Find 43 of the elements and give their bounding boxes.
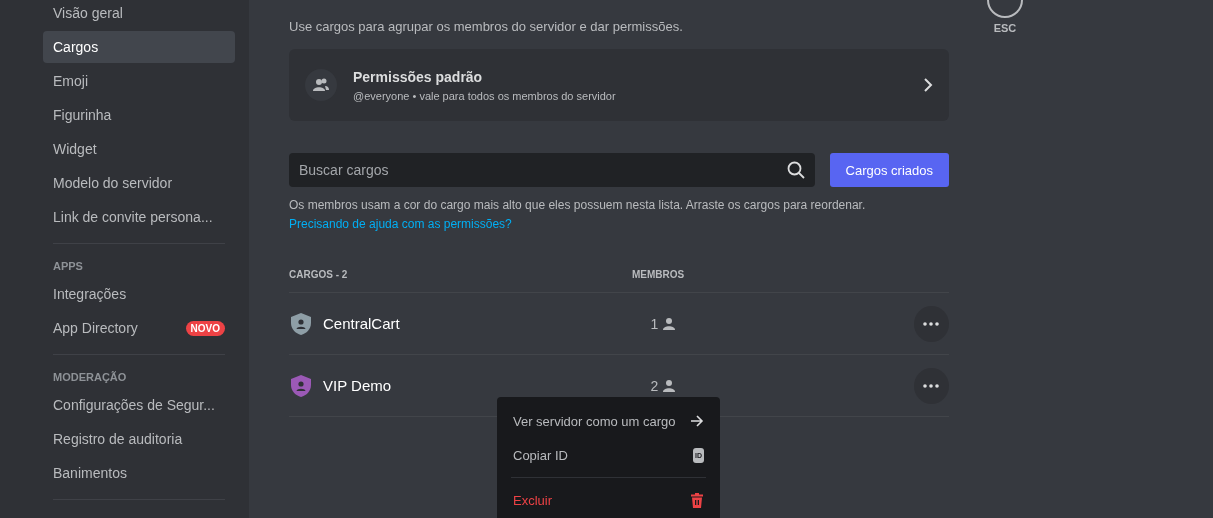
menu-item[interactable]: Ver servidor como um cargo <box>505 405 712 437</box>
more-icon <box>923 383 940 388</box>
sidebar-item[interactable]: Visão geral <box>43 0 235 29</box>
sidebar-item[interactable]: App Directory NOVO <box>43 312 235 344</box>
create-role-button[interactable]: Cargos criados <box>829 153 949 187</box>
help-text: Os membros usam a cor do cargo mais alto que eles possuem nesta lista. Arraste os cargos para reordenar. <box>289 197 867 214</box>
sidebar-item[interactable]: Configurações de Segur... <box>43 389 235 421</box>
more-icon <box>923 321 940 326</box>
member-count: 1 <box>650 315 659 332</box>
person-icon <box>662 378 677 393</box>
section-header: MODERAÇÃO <box>52 370 128 385</box>
role-name: VIP Demo <box>323 377 392 394</box>
esc-label: ESC <box>993 22 1017 34</box>
column-header: MEMBROS <box>632 268 685 280</box>
delete-menu-item[interactable]: Excluir <box>505 484 712 516</box>
sidebar-item[interactable]: Integrações <box>43 278 235 310</box>
card-title: Permissões padrão <box>353 68 484 85</box>
sidebar-item[interactable]: Link de convite persona... <box>43 201 235 233</box>
members-icon <box>305 69 337 101</box>
card-subtitle: @everyone • vale para todos os membros do servidor <box>353 89 617 102</box>
more-options-button[interactable] <box>913 367 949 404</box>
more-options-button[interactable] <box>913 305 949 342</box>
search-icon <box>786 161 805 179</box>
section-header: APPS <box>52 259 84 274</box>
person-icon <box>662 316 677 331</box>
help-link[interactable]: Precisando de ajuda com as permissões? <box>289 217 512 231</box>
role-name: CentralCart <box>323 315 400 332</box>
description-text: Use cargos para agrupar os membros do servidor e dar permissões. <box>289 19 684 34</box>
default-permissions-card[interactable]: Permissões padrão @everyone • vale para todos os membros do servidor <box>289 49 949 121</box>
column-header: CARGOS - 2 <box>289 268 349 280</box>
sidebar-item[interactable]: Registro de auditoria <box>43 423 235 455</box>
new-badge: NOVO <box>185 320 225 336</box>
sidebar-item[interactable]: Banimentos <box>43 457 235 489</box>
sidebar-item[interactable]: Emoji <box>43 65 235 97</box>
sidebar-item[interactable]: Figurinha <box>43 99 235 131</box>
arrow-right-icon <box>690 414 704 428</box>
chevron-right-icon <box>923 78 933 92</box>
sidebar-item[interactable]: Cargos <box>43 31 235 63</box>
sidebar-item[interactable]: Modelo do servidor <box>43 167 235 199</box>
trash-icon <box>690 492 704 508</box>
member-count: 2 <box>650 377 659 394</box>
search-field[interactable]: Buscar cargos <box>289 153 815 187</box>
sidebar-item[interactable]: Widget <box>43 133 235 165</box>
